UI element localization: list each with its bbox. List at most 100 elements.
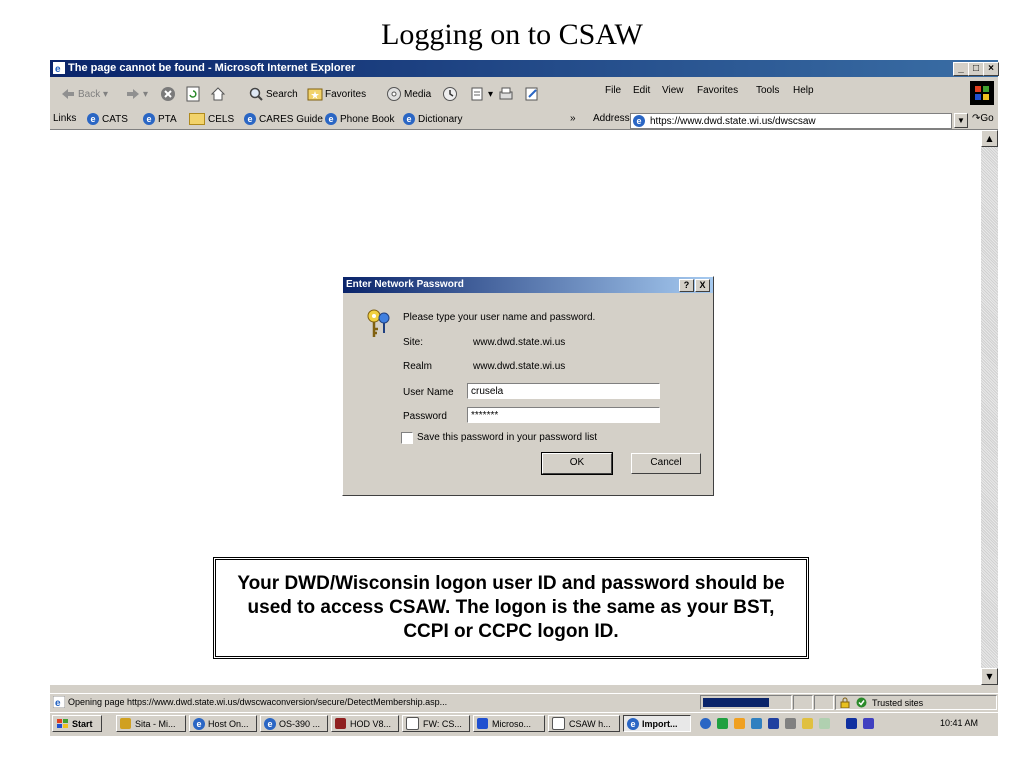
clock-icon[interactable] [734,718,745,729]
stop-icon [161,87,175,101]
back-label: Back [78,88,101,100]
refresh-button[interactable] [185,85,203,103]
ie-page-icon: e [143,113,155,125]
dialog-title: Enter Network Password [346,279,464,290]
address-bar-input[interactable]: e https://www.dwd.state.wi.us/dwscsaw [630,113,952,129]
ie-page-icon: e [403,113,415,125]
print-button[interactable] [498,85,516,103]
start-button[interactable]: Start [52,715,102,732]
taskbar-item-label: FW: CS... [423,718,462,729]
menu-edit[interactable]: Edit [633,85,650,96]
user-name-input[interactable]: crusela [467,383,660,399]
link-cats[interactable]: e CATS [87,113,128,125]
menu-view[interactable]: View [662,85,684,96]
links-overflow-chevron[interactable]: » [570,113,576,124]
callout-text: Your DWD/Wisconsin logon user ID and pas… [237,573,785,642]
taskbar-item-os-390[interactable]: e OS-390 ... [260,715,328,732]
security-zone-pane: Trusted sites [835,695,997,710]
taskbar-item-label: HOD V8... [350,718,392,729]
ie-page-icon: e [244,113,256,125]
taskbar-item-csaw[interactable]: CSAW h... [548,715,620,732]
desktop-icon[interactable] [751,718,762,729]
excel-icon[interactable] [717,718,728,729]
ie-quicklaunch-icon[interactable] [700,718,711,729]
favorites-label: Favorites [325,88,367,100]
taskbar-item-fw-cs[interactable]: FW: CS... [402,715,470,732]
link-pta[interactable]: e PTA [143,113,177,125]
windows-flag-icon [57,718,68,728]
save-password-checkbox[interactable] [401,432,413,444]
stop-button[interactable] [160,85,178,103]
links-label: Links [53,113,77,124]
taskbar-clock: 10:41 AM [940,718,979,728]
notepad-icon[interactable] [819,718,830,729]
taskbar-item-hod-v8[interactable]: HOD V8... [331,715,399,732]
ie-page-icon: e [627,717,639,730]
menu-help[interactable]: Help [793,85,814,96]
history-button[interactable] [442,85,460,103]
clock-app-icon [120,718,131,729]
scroll-down-button[interactable]: ▼ [981,668,998,685]
scroll-up-button[interactable]: ▲ [981,130,998,147]
maximize-button[interactable]: □ [968,62,984,76]
home-button[interactable] [210,85,228,103]
dialog-help-button[interactable]: ? [679,279,694,292]
link-cares-guide[interactable]: e CARES Guide [244,113,323,125]
lock-icon [840,697,850,708]
dialog-close-button[interactable]: X [695,279,710,292]
edit-button[interactable] [524,85,542,103]
password-label: Password [403,411,447,422]
window-titlebar[interactable]: e The page cannot be found - Microsoft I… [50,60,999,77]
search-button[interactable]: Search [248,85,298,103]
media-player-icon[interactable] [846,718,857,729]
minimize-button[interactable]: _ [953,62,969,76]
progress-pane [700,695,792,710]
folder-icon [189,113,205,125]
user-name-label: User Name [403,387,454,398]
menu-file[interactable]: File [605,85,621,96]
hod-app-icon [335,718,346,729]
realm-value: www.dwd.state.wi.us [473,361,566,372]
mail-button[interactable]: ▾ [470,85,493,103]
forward-button[interactable]: ▾ [125,85,148,103]
taskbar-item-host-on[interactable]: e Host On... [189,715,257,732]
ie-page-icon: e [193,717,205,730]
favorites-button[interactable]: Favorites [307,85,366,103]
ok-button[interactable]: OK [541,452,613,475]
link-cels[interactable]: CELS [189,113,234,125]
search-app-icon[interactable] [785,718,796,729]
links-bar: Links e CATS e PTA CELS e CARES Guide e Phon… [50,112,998,130]
ie-logo-icon: e [53,62,65,74]
ie-page-icon: e [325,113,337,125]
menu-favorites[interactable]: Favorites [697,85,738,96]
close-window-button[interactable]: × [983,62,999,76]
vertical-scrollbar[interactable]: ▲ ▼ [981,130,998,685]
security-zone-label: Trusted sites [872,697,924,708]
site-label: Site: [403,337,424,348]
taskbar-item-import[interactable]: e Import... [623,715,691,732]
back-button[interactable]: Back ▾ [60,85,108,103]
link-phone-book-label: Phone Book [340,113,395,125]
svg-text:e: e [55,64,61,74]
antivirus-icon[interactable] [863,718,874,729]
cancel-button[interactable]: Cancel [631,453,701,474]
media-button[interactable]: Media [386,85,431,103]
menu-tools[interactable]: Tools [756,85,779,96]
taskbar-item-sita[interactable]: Sita - Mi... [116,715,186,732]
status-text: Opening page https://www.dwd.state.wi.us… [68,697,448,707]
dialog-titlebar[interactable]: Enter Network Password ? X [343,277,713,293]
history-icon [443,87,457,101]
folder-app-icon[interactable] [802,718,813,729]
go-button[interactable]: ↷ Go [972,113,994,124]
link-dictionary[interactable]: e Dictionary [403,113,462,125]
password-input[interactable]: ******* [467,407,660,423]
link-phone-book[interactable]: e Phone Book [325,113,395,125]
taskbar-item-label: Sita - Mi... [135,718,176,729]
address-dropdown-button[interactable]: ▼ [954,113,968,128]
taskbar-item-microsoft[interactable]: Microso... [473,715,545,732]
windows-logo-icon [970,81,994,105]
taskbar-item-label: Import... [642,718,678,729]
link-pta-label: PTA [158,113,177,125]
word-icon[interactable] [768,718,779,729]
save-password-label: Save this password in your password list [417,432,598,443]
